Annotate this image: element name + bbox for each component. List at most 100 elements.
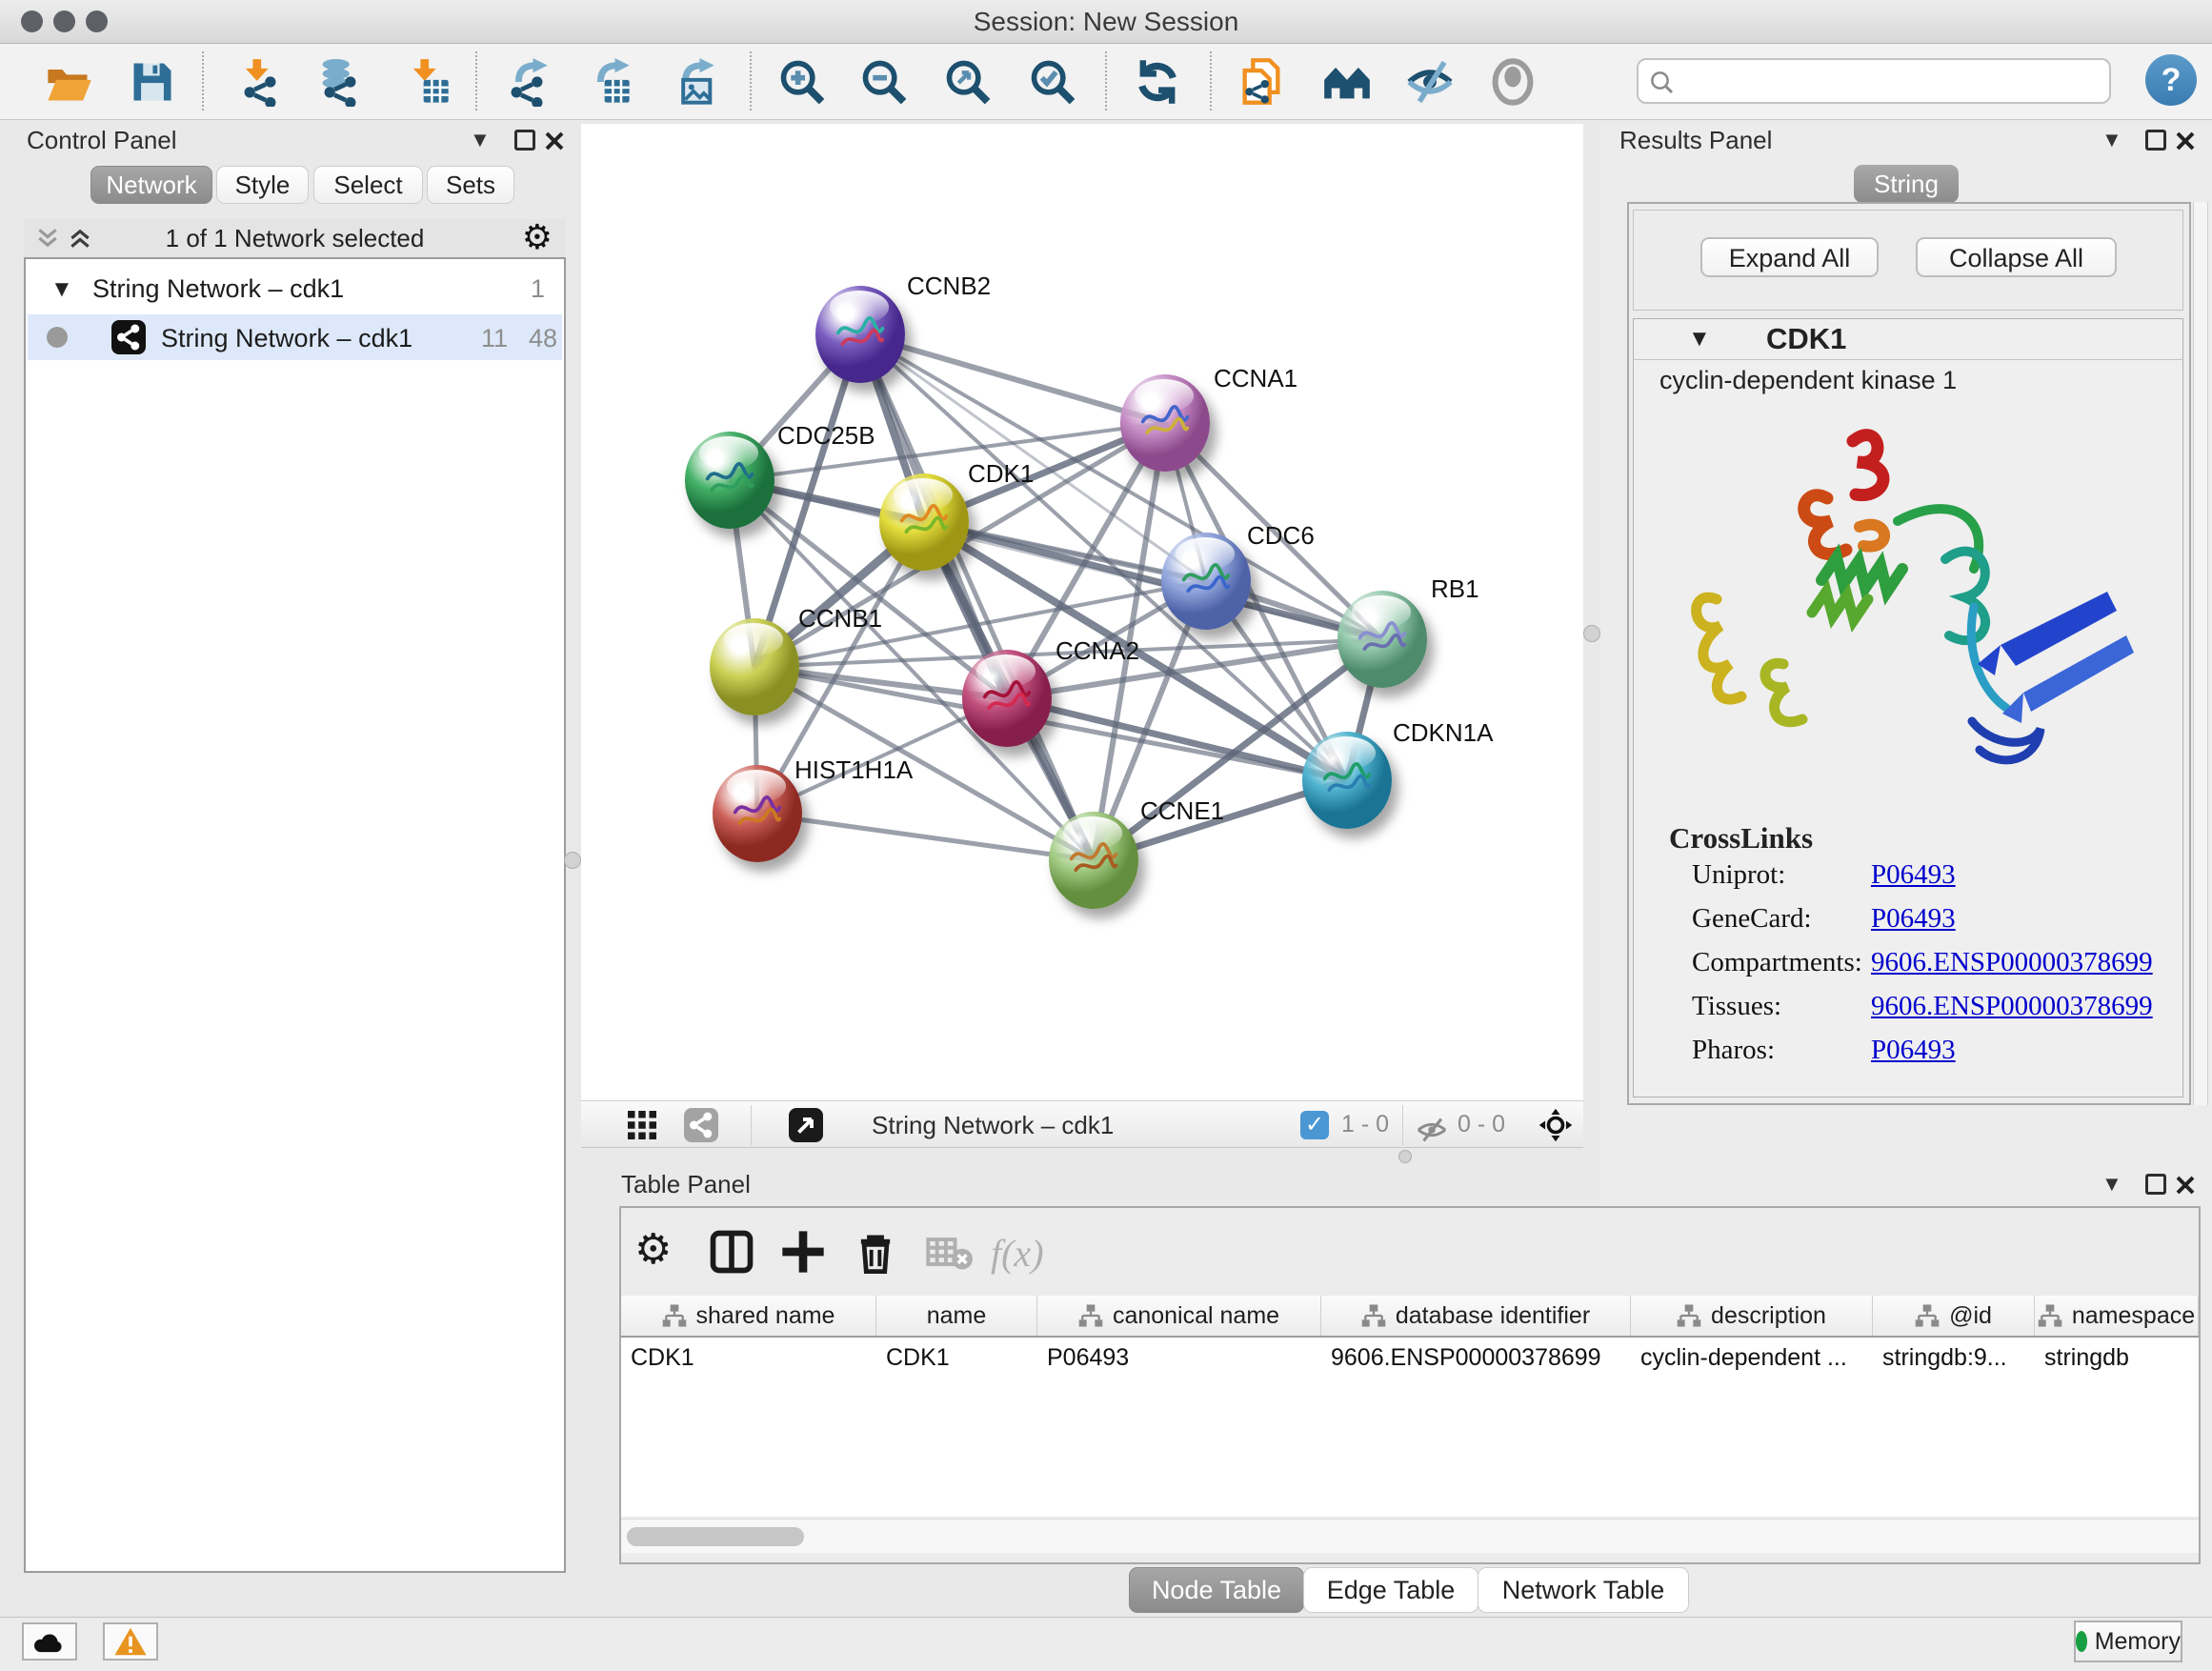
table-cell[interactable]: 9606.ENSP00000378699 [1321,1338,1631,1378]
table-cell[interactable]: CDK1 [621,1338,876,1378]
table-horizontal-scrollbar[interactable] [621,1519,2199,1553]
crosslink-link[interactable]: P06493 [1871,1035,1956,1066]
table-scrollbar-thumb[interactable] [627,1527,804,1546]
crosslink-link[interactable]: P06493 [1871,859,1956,891]
tab-network[interactable]: Network [90,166,212,204]
table-panel-close-icon[interactable] [2174,1174,2197,1197]
network-node-CDC6[interactable] [1161,533,1251,630]
search-input[interactable] [1637,58,2111,104]
tab-network-table[interactable]: Network Table [1478,1567,1689,1613]
control-panel-maximize-icon[interactable] [514,130,535,151]
network-node-RB1[interactable] [1337,591,1427,688]
results-panel-close-icon[interactable] [2174,130,2197,152]
column-header--id[interactable]: @id [1873,1296,2035,1336]
zoom-out-icon[interactable] [859,57,909,107]
hide-graphics-details-icon[interactable] [1405,57,1455,107]
column-header-name[interactable]: name [876,1296,1037,1336]
network-collection-label[interactable]: String Network – cdk1 [92,274,344,304]
results-scrollbar[interactable] [2193,202,2208,1105]
network-node-CCNA1[interactable] [1120,374,1210,472]
table-panel-maximize-icon[interactable] [2145,1174,2166,1195]
refresh-view-icon[interactable] [1133,57,1182,107]
tab-sets[interactable]: Sets [427,166,514,204]
network-canvas[interactable]: CCNB2 CCNA1 CDC25B CDK1 CDC6 RB1 CCNB1 C… [581,124,1583,1100]
column-header-canonical-name[interactable]: canonical name [1037,1296,1321,1336]
network-node-CDC25B[interactable] [685,432,774,529]
network-node-CCNB1[interactable] [710,618,799,715]
network-node-CCNE1[interactable] [1049,812,1138,909]
delete-table-icon[interactable] [924,1227,974,1277]
zoom-selected-icon[interactable] [1028,57,1077,107]
left-splitter-handle[interactable] [564,852,581,869]
import-network-from-file-icon[interactable] [235,57,285,107]
table-cell[interactable]: stringdb:9... [1873,1338,2035,1378]
help-button[interactable]: ? [2145,54,2197,106]
bottom-splitter-handle[interactable] [1398,1150,1412,1163]
node-label-CDC6: CDC6 [1247,521,1315,551]
add-column-icon[interactable] [778,1227,828,1277]
protein-collapse-arrow-icon[interactable]: ▼ [1688,326,1711,352]
tab-string[interactable]: String [1854,165,1959,203]
network-item-label[interactable]: String Network – cdk1 [161,324,412,353]
control-panel-close-icon[interactable] [543,130,566,152]
network-options-gear-icon[interactable]: ⚙ [522,217,553,257]
tree-collapse-arrow-icon[interactable]: ▼ [50,276,73,303]
column-header-database-identifier[interactable]: database identifier [1321,1296,1631,1336]
column-header-namespace[interactable]: namespace [2035,1296,2199,1336]
tab-node-table[interactable]: Node Table [1129,1567,1304,1613]
collapse-all-button[interactable]: Collapse All [1916,237,2117,277]
grid-view-icon[interactable] [625,1108,659,1142]
cloud-button[interactable] [22,1622,77,1661]
warnings-button[interactable] [103,1622,158,1661]
results-panel-float-icon[interactable]: ▼ [2101,128,2122,152]
zoom-in-icon[interactable] [777,57,827,107]
control-panel-float-icon[interactable]: ▼ [470,128,491,152]
expand-all-button[interactable]: Expand All [1700,237,1879,277]
table-row[interactable]: CDK1CDK1P064939606.ENSP00000378699cyclin… [621,1338,2199,1378]
export-network-icon[interactable] [502,57,552,107]
network-share-view-icon[interactable] [684,1108,718,1142]
network-node-HIST1H1A[interactable] [713,765,802,862]
import-table-from-file-icon[interactable] [403,57,452,107]
column-header-description[interactable]: description [1631,1296,1873,1336]
table-cell[interactable]: cyclin-dependent ... [1631,1338,1873,1378]
column-header-shared-name[interactable]: shared name [621,1296,876,1336]
zoom-fit-content-icon[interactable] [943,57,993,107]
save-session-icon[interactable] [128,57,177,107]
tab-edge-table[interactable]: Edge Table [1303,1567,1478,1613]
crosslink-link[interactable]: 9606.ENSP00000378699 [1871,947,2153,978]
crosslink-link[interactable]: P06493 [1871,903,1956,935]
network-node-CCNA2[interactable] [962,650,1052,747]
tab-style[interactable]: Style [216,166,309,204]
delete-column-icon[interactable] [851,1227,900,1277]
birdseye-crosshair-icon[interactable] [1538,1108,1574,1142]
node-label-RB1: RB1 [1431,574,1479,604]
right-splitter-handle[interactable] [1583,625,1600,642]
show-columns-icon[interactable] [707,1227,756,1277]
import-network-from-database-icon[interactable] [315,57,365,107]
crosslink-link[interactable]: 9606.ENSP00000378699 [1871,991,2153,1022]
copy-network-icon[interactable] [1237,57,1286,107]
edge-HIST1H1A-CCNE1[interactable] [757,814,1094,860]
table-cell[interactable]: P06493 [1037,1338,1321,1378]
detach-view-icon[interactable] [789,1108,823,1142]
network-node-CDKN1A[interactable] [1302,732,1392,829]
table-settings-gear-icon[interactable]: ⚙ [634,1225,684,1275]
export-table-icon[interactable] [584,57,633,107]
open-session-icon[interactable] [44,57,93,107]
table-panel-float-icon[interactable]: ▼ [2101,1172,2122,1197]
memory-button[interactable]: Memory [2074,1621,2182,1662]
table-cell[interactable]: stringdb [2035,1338,2199,1378]
tab-select[interactable]: Select [313,166,423,204]
selected-nodes-checkbox[interactable]: ✓ [1300,1111,1329,1139]
network-node-CCNB2[interactable] [815,286,905,383]
table-cell[interactable]: CDK1 [876,1338,1037,1378]
first-neighbors-icon[interactable] [1322,57,1372,107]
results-panel-maximize-icon[interactable] [2145,130,2166,151]
show-graphics-details-icon[interactable] [1488,57,1538,107]
function-builder-icon[interactable]: f(x) [991,1231,1044,1280]
export-image-icon[interactable] [669,57,718,107]
network-node-CDK1[interactable] [879,473,969,571]
protein-result-header[interactable]: ▼ CDK1 [1633,318,2183,360]
hidden-items-eye-slash-icon[interactable] [1416,1113,1448,1147]
